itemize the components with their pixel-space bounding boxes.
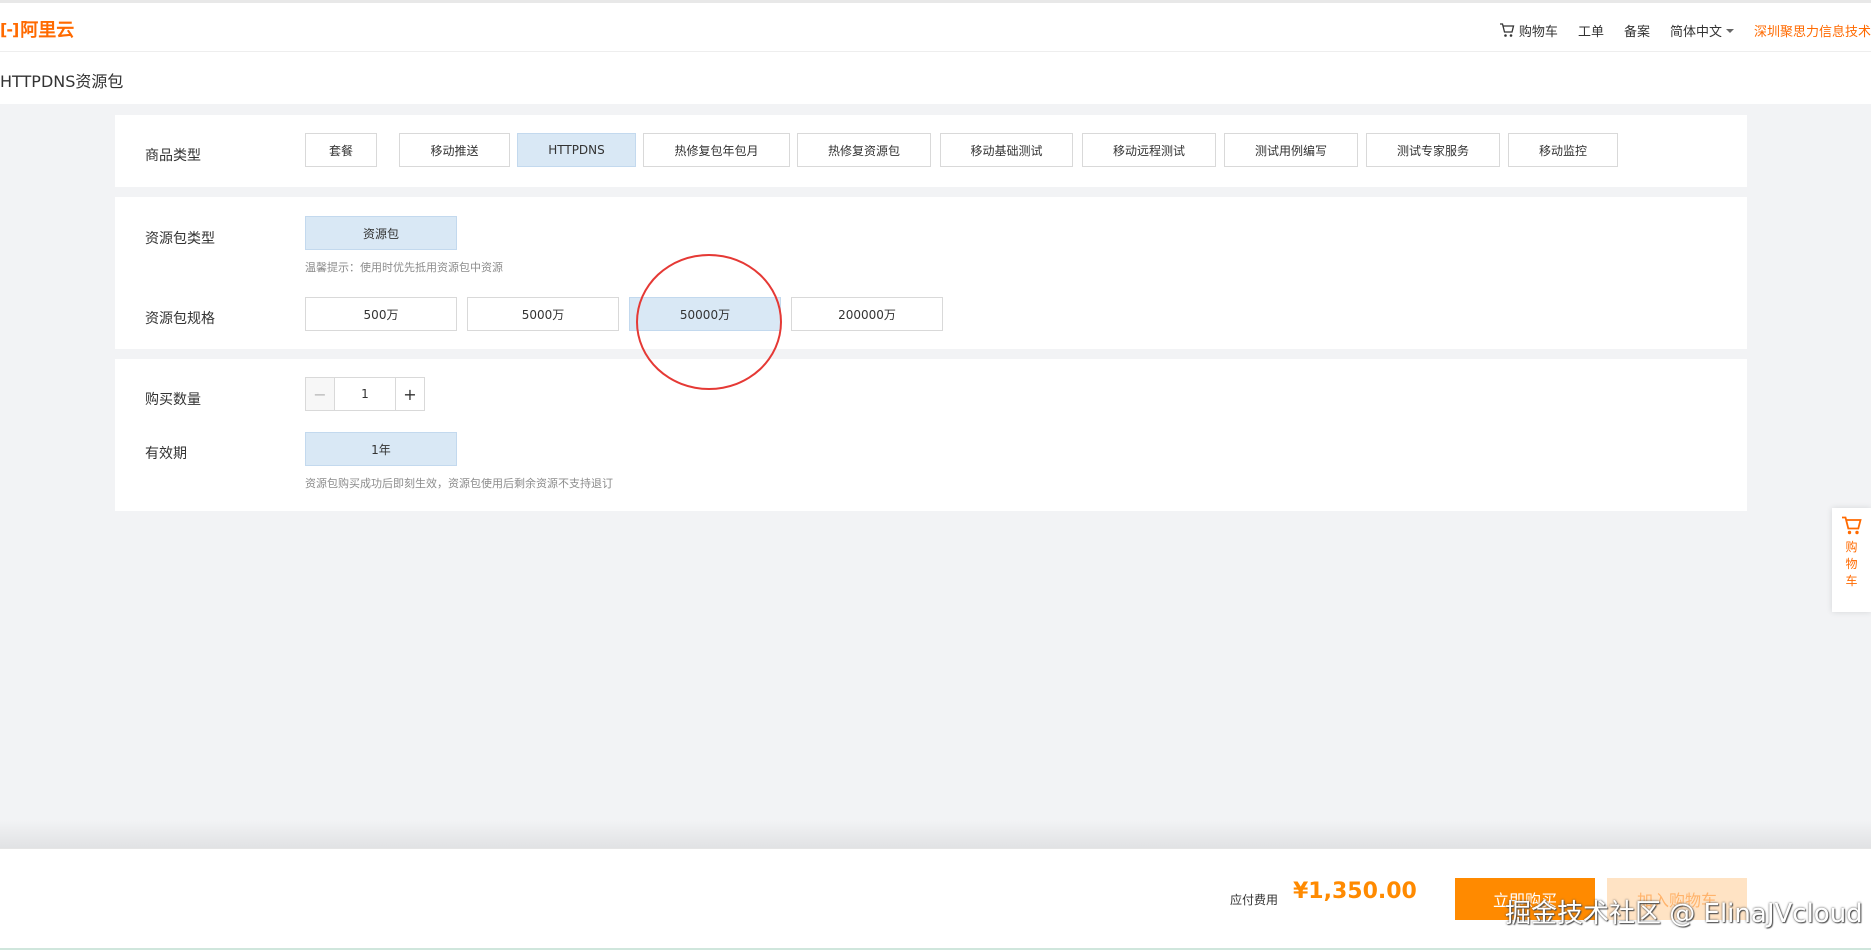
cart-icon	[1499, 22, 1515, 37]
validity-hint: 资源包购买成功后即刻生效，资源包使用后剩余资源不支持退订	[305, 477, 613, 490]
package-panel: 资源包类型 资源包 温馨提示：使用时优先抵用资源包中资源 资源包规格 500万 …	[115, 197, 1747, 349]
package-spec-label: 资源包规格	[145, 311, 215, 327]
purchase-panel: 购买数量 − + 有效期 1年 资源包购买成功后即刻生效，资源包使用后剩余资源不…	[115, 359, 1747, 511]
product-option-remote-test[interactable]: 移动远程测试	[1082, 133, 1216, 167]
product-option-httpdns[interactable]: HTTPDNS	[517, 133, 636, 167]
quantity-input[interactable]	[335, 378, 395, 410]
package-type-label: 资源包类型	[145, 231, 215, 247]
product-option-expert[interactable]: 测试专家服务	[1366, 133, 1500, 167]
product-type-label: 商品类型	[145, 148, 201, 164]
cart-icon	[1841, 516, 1862, 535]
product-option-basic-test[interactable]: 移动基础测试	[940, 133, 1073, 167]
fee-label: 应付费用	[1230, 893, 1279, 907]
account-name[interactable]: 深圳聚思力信息技术	[1754, 21, 1871, 40]
language-label: 简体中文	[1669, 24, 1722, 40]
increment-button[interactable]: +	[395, 378, 424, 410]
spec-option-2000m[interactable]: 200000万	[791, 297, 943, 331]
total-price: ¥1,350.00	[1293, 879, 1417, 904]
product-option-testcase[interactable]: 测试用例编写	[1224, 133, 1358, 167]
buy-now-button[interactable]: 立即购买	[1455, 878, 1595, 920]
spec-option-5m[interactable]: 500万	[305, 297, 457, 331]
product-option-hotfix-monthly[interactable]: 热修复包年包月	[643, 133, 790, 167]
product-option-push[interactable]: 移动推送	[399, 133, 510, 167]
package-type-option[interactable]: 资源包	[305, 216, 457, 250]
nav-cart-label: 购物车	[1518, 24, 1558, 40]
product-option-hotfix-package[interactable]: 热修复资源包	[797, 133, 931, 167]
footer-shadow	[0, 820, 1871, 848]
logo-text: 阿里云	[20, 20, 75, 41]
package-type-hint: 温馨提示：使用时优先抵用资源包中资源	[305, 261, 503, 274]
side-cart-label: 购物车	[1845, 540, 1858, 588]
product-option-package[interactable]: 套餐	[305, 133, 377, 167]
language-selector[interactable]: 简体中文	[1670, 21, 1734, 40]
quantity-label: 购买数量	[145, 392, 201, 408]
nav-record[interactable]: 备案	[1624, 21, 1650, 40]
logo-mark: [-]	[0, 19, 19, 39]
validity-label: 有效期	[145, 446, 187, 462]
checkout-footer: 应付费用 ¥1,350.00 立即购买 加入购物车 掘金技术社区 @ Elina…	[0, 848, 1871, 950]
nav-ticket[interactable]: 工单	[1578, 21, 1604, 40]
aliyun-logo[interactable]: [-] 阿里云	[0, 15, 74, 43]
validity-option[interactable]: 1年	[305, 432, 457, 466]
quantity-stepper: − +	[305, 377, 425, 411]
chevron-down-icon	[1725, 29, 1734, 33]
top-nav: 购物车 工单 备案 简体中文 深圳聚思力信息技术	[1499, 18, 1871, 42]
spec-option-500m[interactable]: 50000万	[629, 297, 781, 331]
side-cart-button[interactable]: 购物车	[1832, 508, 1871, 612]
decrement-button[interactable]: −	[306, 378, 335, 410]
spec-option-50m[interactable]: 5000万	[467, 297, 619, 331]
title-bar: HTTPDNS资源包	[0, 52, 1871, 104]
nav-cart[interactable]: 购物车	[1499, 21, 1558, 40]
add-to-cart-button[interactable]: 加入购物车	[1607, 878, 1747, 920]
page-title: HTTPDNS资源包	[0, 72, 124, 91]
product-option-monitor[interactable]: 移动监控	[1508, 133, 1618, 167]
top-navbar: [-] 阿里云 购物车 工单 备案 简体中文 深圳聚思力信息技术	[0, 0, 1871, 52]
product-type-panel: 商品类型 套餐 移动推送 HTTPDNS 热修复包年包月 热修复资源包 移动基础…	[115, 115, 1747, 187]
